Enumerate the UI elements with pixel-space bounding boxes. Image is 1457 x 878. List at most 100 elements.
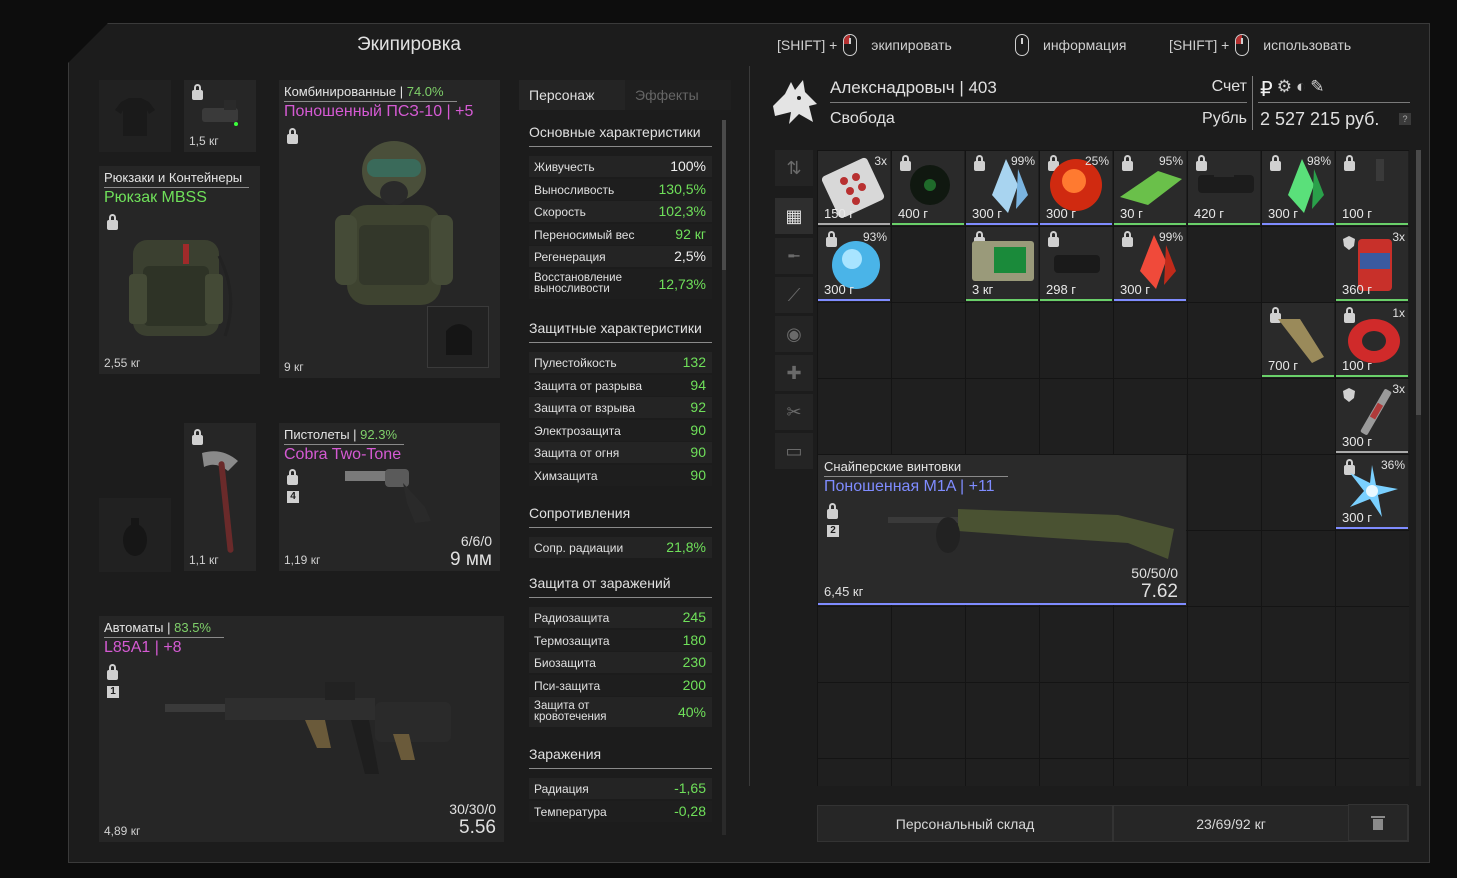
- stat-row: Биозащита 230: [529, 652, 712, 673]
- container-icon: [446, 324, 472, 355]
- inventory-item-spark-artifact[interactable]: 36% 300 г: [1336, 455, 1408, 529]
- grid-icon[interactable]: ▦: [775, 198, 813, 234]
- inventory-item-syringe[interactable]: 3x 300 г: [1336, 379, 1408, 453]
- hint-info: информация: [1015, 34, 1126, 56]
- rifle-icon[interactable]: ╾: [775, 238, 813, 274]
- item-name: Поношенная M1A | +11: [824, 478, 995, 495]
- armor-container-slot[interactable]: [427, 306, 489, 368]
- night-vision-icon: [202, 100, 238, 126]
- item-name: Поношенный ПСЗ-10 | +5: [284, 103, 474, 120]
- inventory-item-ammo-box[interactable]: 3x 360 г: [1336, 227, 1408, 301]
- inventory-item-pills[interactable]: 3x 150 г: [818, 151, 890, 225]
- inventory-item-knuckle[interactable]: 700 г: [1262, 303, 1334, 377]
- equipment-window: Экипировка [SHIFT] + экипировать информа…: [68, 23, 1430, 863]
- backpack-slot[interactable]: Рюкзаки и Контейнеры Рюкзак MBSS 2,55 кг: [99, 166, 260, 374]
- stat-row: Скорость 102,3%: [529, 201, 712, 222]
- slot-category: Пистолеты | 92.3%: [284, 427, 398, 442]
- panel-divider: [749, 66, 750, 786]
- item-weight: 1,5 кг: [189, 134, 219, 148]
- inventory-item-tape[interactable]: 1x 100 г: [1336, 303, 1408, 377]
- item-weight: 2,55 кг: [104, 356, 141, 370]
- currency-label: Рубль: [1202, 110, 1247, 127]
- item-name: Cobra Two-Tone: [284, 446, 402, 463]
- rifle-slot[interactable]: Автоматы | 83.5% L85A1 | +8 1 30/30/0 5.…: [99, 616, 504, 842]
- storage-button[interactable]: Персональный склад: [817, 805, 1113, 842]
- item-weight: 6,45 кг: [824, 584, 864, 599]
- stats-scrollbar[interactable]: [722, 120, 726, 835]
- artifact-icon[interactable]: ◉: [775, 316, 813, 352]
- section-title: Защита от заражений: [529, 575, 671, 591]
- grenade-icon: [123, 518, 147, 556]
- tab-character[interactable]: Персонаж: [519, 80, 625, 110]
- stat-row: Регенерация 2,5%: [529, 246, 712, 267]
- slot-category: Комбинированные | 74.0%: [284, 84, 444, 99]
- assault-rifle-icon: [165, 682, 451, 774]
- tab-effects[interactable]: Эффекты: [625, 80, 731, 110]
- knife-icon[interactable]: ⟋: [775, 277, 813, 313]
- stat-row: Пулестойкость 132: [529, 352, 712, 373]
- hint-label: информация: [1043, 37, 1127, 53]
- slot-category: Автоматы | 83.5%: [104, 620, 211, 635]
- item-weight: 9 кг: [284, 360, 304, 374]
- tools-icon[interactable]: ✂: [775, 394, 813, 430]
- inventory-item-device[interactable]: 100 г: [1336, 151, 1408, 225]
- upgrade-badge: 1: [107, 686, 119, 698]
- shirt-slot[interactable]: [99, 80, 171, 152]
- stat-row: Восстановление выносливости 12,73%: [529, 269, 712, 299]
- stat-row: Температура -0,28: [529, 801, 712, 822]
- mouse-left-click-icon: [843, 34, 858, 56]
- item-name: L85A1 | +8: [104, 639, 182, 656]
- armor-slot[interactable]: Комбинированные | 74.0% Поношенный ПСЗ-1…: [279, 80, 500, 378]
- stat-row: Защита от огня 90: [529, 442, 712, 463]
- inventory-item-artifact[interactable]: 400 г: [892, 151, 964, 225]
- hint-equip: [SHIFT] + экипировать: [777, 34, 952, 56]
- section-title: Основные характеристики: [529, 124, 701, 140]
- inventory-grid: 3x 150 г 400 г 99% 300 г 25% 300 г 95% 3…: [817, 150, 1409, 786]
- hint-prefix: [SHIFT] +: [777, 37, 838, 53]
- window-title: Экипировка: [356, 34, 461, 55]
- weight-indicator: 23/69/92 кг: [1113, 805, 1349, 842]
- slot-category: Рюкзаки и Контейнеры: [104, 170, 243, 185]
- voucher-icon[interactable]: ✎: [1310, 77, 1324, 102]
- inventory-item-green-crystal[interactable]: 98% 300 г: [1262, 151, 1334, 225]
- player-name: Алекснадровыч | 403: [830, 78, 997, 97]
- inventory-item-sniper-rifle[interactable]: Снайперские винтовки Поношенная M1A | +1…: [818, 455, 1186, 605]
- device-slot[interactable]: 1,5 кг: [184, 80, 256, 152]
- melee-slot[interactable]: 1,1 кг: [184, 423, 256, 571]
- inventory-item-sight[interactable]: 298 г: [1040, 227, 1112, 301]
- stat-row: Радиация -1,65: [529, 778, 712, 799]
- inventory-item-red-crystal[interactable]: 99% 300 г: [1114, 227, 1186, 301]
- hint-prefix: [SHIFT] +: [1169, 37, 1230, 53]
- item-weight: 1,19 кг: [284, 553, 321, 567]
- freedom-wolf-logo-icon: [773, 80, 817, 124]
- currency-icons: ₽ ⚙ ◐ ✎: [1260, 77, 1325, 102]
- inventory-item-blue-artifact[interactable]: 93% 300 г: [818, 227, 890, 301]
- lock-icon: [287, 469, 298, 485]
- help-icon[interactable]: ?: [1399, 113, 1411, 125]
- stat-row: Живучесть 100%: [529, 156, 712, 177]
- coin-icon[interactable]: ◐: [1296, 77, 1306, 102]
- caliber: 7.62: [1141, 581, 1178, 602]
- dark-artifact-icon: [910, 165, 950, 205]
- inventory-item-leaf[interactable]: 95% 30 г: [1114, 151, 1186, 225]
- inventory-item-fire-artifact[interactable]: 25% 300 г: [1040, 151, 1112, 225]
- trash-button[interactable]: [1348, 804, 1408, 841]
- sort-icon[interactable]: ⇅: [775, 150, 813, 186]
- shirt-icon: [115, 98, 155, 136]
- inventory-scrollbar[interactable]: [1416, 150, 1421, 786]
- inventory-item-scope[interactable]: 420 г: [1188, 151, 1260, 225]
- grip-device-icon: [1358, 159, 1388, 203]
- stat-row: Пси-защита 200: [529, 675, 712, 696]
- pistol-slot[interactable]: Пистолеты | 92.3% Cobra Two-Tone 4 6/6/0…: [279, 423, 500, 571]
- hint-label: использовать: [1263, 37, 1352, 53]
- item-weight: 4,89 кг: [104, 824, 141, 838]
- medkit-icon[interactable]: ✚: [775, 355, 813, 391]
- ruble-icon[interactable]: ₽: [1260, 77, 1273, 102]
- inventory-item-crystal[interactable]: 99% 300 г: [966, 151, 1038, 225]
- stat-row: Химзащита 90: [529, 465, 712, 486]
- gear-icon[interactable]: ⚙: [1277, 77, 1292, 102]
- detector-icon: [972, 241, 1034, 281]
- inventory-item-pda[interactable]: 3 кг: [966, 227, 1038, 301]
- box-icon[interactable]: ▭: [775, 433, 813, 469]
- grenade-slot[interactable]: [99, 498, 171, 572]
